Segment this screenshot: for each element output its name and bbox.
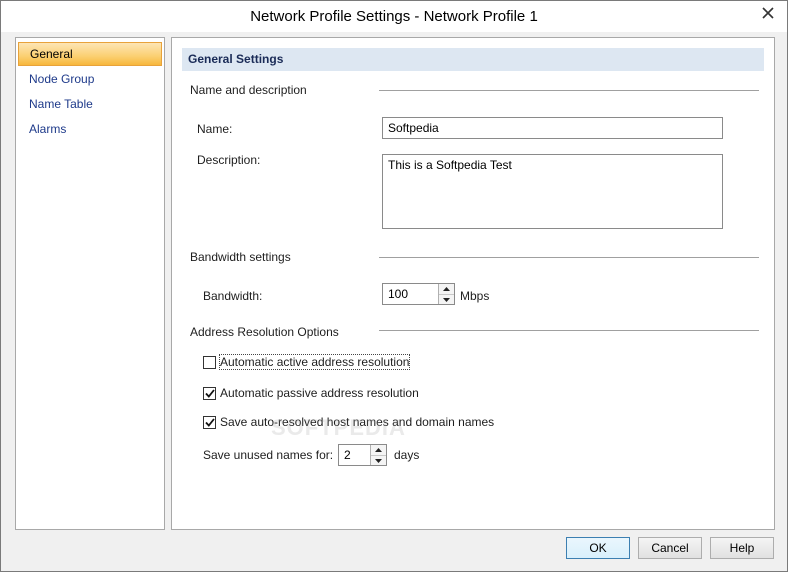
bandwidth-value[interactable]: 100 [388, 287, 408, 301]
checkbox-label: Automatic active address resolution [218, 354, 411, 370]
name-input[interactable] [382, 117, 723, 139]
title-bar[interactable]: Network Profile Settings - Network Profi… [1, 1, 787, 32]
chevron-up-icon [443, 287, 450, 291]
bandwidth-unit: Mbps [460, 289, 490, 303]
group-label-name-description: Name and description [190, 83, 307, 97]
nav-item-node-group[interactable]: Node Group [18, 67, 162, 91]
bandwidth-label: Bandwidth: [203, 289, 263, 303]
cancel-button[interactable]: Cancel [638, 537, 702, 559]
nav-item-alarms[interactable]: Alarms [18, 117, 162, 141]
nav-panel: General Node Group Name Table Alarms [15, 37, 165, 530]
group-label-address-resolution: Address Resolution Options [190, 325, 339, 339]
checkmark-icon [204, 388, 215, 398]
save-unused-label: Save unused names for: [203, 448, 334, 462]
spin-buttons [370, 445, 386, 465]
nav-item-general[interactable]: General [18, 42, 162, 66]
group-divider [379, 90, 759, 91]
close-icon [762, 7, 774, 19]
chevron-up-icon [375, 448, 382, 452]
chevron-down-icon [443, 297, 450, 302]
spin-up-button[interactable] [371, 445, 386, 455]
checkbox-active-resolution[interactable]: Automatic active address resolution [203, 354, 411, 370]
spin-buttons [438, 284, 454, 304]
checkbox-passive-resolution[interactable]: Automatic passive address resolution [203, 386, 419, 400]
checkmark-icon [204, 417, 215, 427]
bandwidth-stepper[interactable]: 100 [382, 283, 455, 305]
spin-down-button[interactable] [371, 455, 386, 465]
close-button[interactable] [753, 2, 783, 24]
save-unused-unit: days [394, 448, 420, 462]
checkbox-box[interactable] [203, 386, 216, 400]
nav-item-name-table[interactable]: Name Table [18, 92, 162, 116]
checkbox-save-host-names[interactable]: Save auto-resolved host names and domain… [203, 415, 494, 429]
save-unused-stepper[interactable]: 2 [338, 444, 387, 466]
window-title: Network Profile Settings - Network Profi… [250, 8, 538, 25]
checkbox-label: Automatic passive address resolution [220, 386, 419, 400]
group-divider [379, 257, 759, 258]
help-button[interactable]: Help [710, 537, 774, 559]
checkbox-box[interactable] [203, 415, 216, 429]
name-label: Name: [197, 122, 233, 136]
section-title: General Settings [188, 52, 284, 66]
chevron-down-icon [375, 458, 382, 463]
checkbox-box[interactable] [203, 355, 216, 369]
description-label: Description: [197, 153, 261, 167]
checkbox-label: Save auto-resolved host names and domain… [220, 415, 495, 429]
save-unused-value[interactable]: 2 [344, 448, 351, 462]
spin-down-button[interactable] [439, 294, 454, 304]
spin-up-button[interactable] [439, 284, 454, 294]
content-panel: General Settings Name and description Na… [171, 37, 775, 530]
dialog-window: Network Profile Settings - Network Profi… [0, 0, 788, 572]
group-divider [379, 330, 759, 331]
section-header: General Settings [182, 48, 764, 71]
ok-button[interactable]: OK [566, 537, 630, 559]
group-label-bandwidth: Bandwidth settings [190, 250, 291, 264]
description-textarea[interactable]: This is a Softpedia Test [382, 154, 723, 229]
